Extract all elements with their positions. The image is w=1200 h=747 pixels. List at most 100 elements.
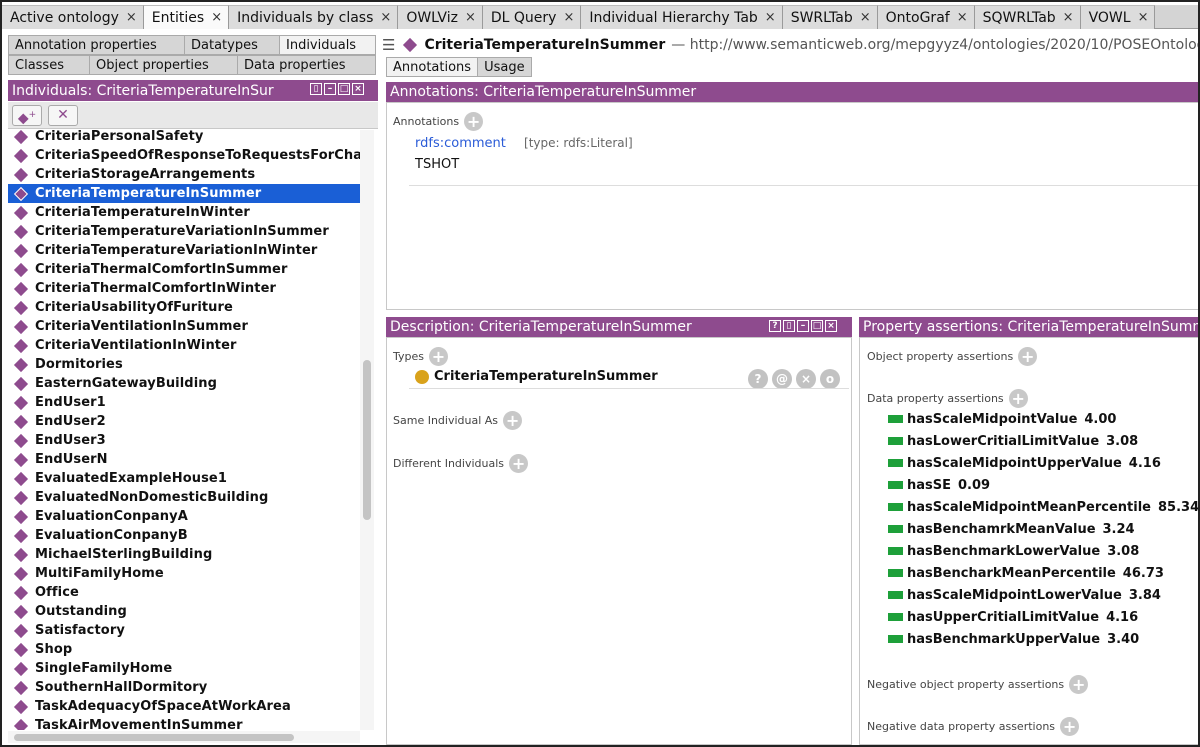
individual-list-item[interactable]: EvaluatedNonDomesticBuilding xyxy=(8,488,360,507)
type-row[interactable]: CriteriaTemperatureInSummer xyxy=(415,369,658,384)
close-tab-icon[interactable]: × xyxy=(563,10,574,25)
individuals-vertical-scrollbar[interactable] xyxy=(360,130,374,730)
annotation-property[interactable]: rdfs:comment xyxy=(415,136,506,151)
individual-list-item[interactable]: CriteriaTemperatureVariationInWinter xyxy=(8,241,360,260)
add-annotation-button[interactable]: + xyxy=(464,112,484,131)
add-type-button[interactable]: + xyxy=(429,347,448,366)
close-tab-icon[interactable]: × xyxy=(380,10,391,25)
add-data-property-button[interactable]: + xyxy=(1008,389,1028,408)
data-property-assertion[interactable]: hasBenchmarkUpperValue 3.40 xyxy=(888,628,1198,650)
close-tab-icon[interactable]: × xyxy=(465,10,476,25)
close-tab-icon[interactable]: × xyxy=(1063,10,1074,25)
annotate-icon[interactable]: @ xyxy=(772,369,792,389)
data-property-assertion[interactable]: hasScaleMidpointValue 4.00 xyxy=(888,408,1198,430)
individual-list-item[interactable]: TaskAirMovementInSummer xyxy=(8,716,360,730)
workspace-tab[interactable]: DL Query × xyxy=(482,5,582,29)
individual-list-item[interactable]: Dormitories xyxy=(8,355,360,374)
explain-icon[interactable]: ? xyxy=(748,369,768,389)
individuals-horizontal-scrollbar[interactable] xyxy=(8,731,360,743)
annotation-row[interactable]: rdfs:comment [type: rdfs:Literal] xyxy=(415,136,633,151)
edit-icon[interactable]: o xyxy=(820,369,840,389)
individual-list-item[interactable]: EasternGatewayBuilding xyxy=(8,374,360,393)
add-negative-data-property-button[interactable]: + xyxy=(1060,717,1080,736)
workspace-tab[interactable]: Active ontology × xyxy=(2,5,144,29)
individual-list-item[interactable]: CriteriaPersonalSafety xyxy=(8,130,360,146)
data-property-assertion[interactable]: hasBenchmarkLowerValue 3.08 xyxy=(888,540,1198,562)
close-tab-icon[interactable]: × xyxy=(211,10,222,25)
close-tab-icon[interactable]: × xyxy=(765,10,776,25)
individual-list-item[interactable]: EndUser1 xyxy=(8,393,360,412)
data-property-assertion[interactable]: hasBenchamrkMeanValue 3.24 xyxy=(888,518,1198,540)
workspace-tab[interactable]: SQWRLTab × xyxy=(974,5,1081,29)
entity-subtab[interactable]: Data properties xyxy=(237,55,376,75)
remove-icon[interactable]: × xyxy=(796,369,816,389)
individual-list-item[interactable]: EvaluatedExampleHouse1 xyxy=(8,469,360,488)
individual-list-item[interactable]: EndUser3 xyxy=(8,431,360,450)
maximize-icon[interactable]: □ xyxy=(338,83,350,95)
close-tab-icon[interactable]: × xyxy=(1138,10,1149,25)
help-icon[interactable]: ? xyxy=(769,320,781,332)
data-property-assertion[interactable]: hasScaleMidpointMeanPercentile 85.34 xyxy=(888,496,1198,518)
tab-usage[interactable]: Usage xyxy=(477,57,532,77)
individual-list-item[interactable]: CriteriaVentilationInSummer xyxy=(8,317,360,336)
individual-list-item[interactable]: Satisfactory xyxy=(8,621,360,640)
individual-list-item[interactable]: CriteriaSpeedOfResponseToRequestsForChan… xyxy=(8,146,360,165)
close-icon[interactable]: × xyxy=(825,320,837,332)
data-property-assertion[interactable]: hasLowerCritialLimitValue 3.08 xyxy=(888,430,1198,452)
entity-subtab[interactable]: Datatypes xyxy=(184,35,280,55)
add-different-individual-button[interactable]: + xyxy=(509,454,529,473)
data-property-assertion[interactable]: hasBencharkMeanPercentile 46.73 xyxy=(888,562,1198,584)
workspace-tab[interactable]: Entities × xyxy=(143,5,230,29)
individual-list-item[interactable]: CriteriaTemperatureVariationInSummer xyxy=(8,222,360,241)
maximize-icon[interactable]: □ xyxy=(811,320,823,332)
individual-list-item[interactable]: TaskAdequacyOfSpaceAtWorkArea xyxy=(8,697,360,716)
scrollbar-thumb[interactable] xyxy=(363,360,371,520)
split-icon[interactable]: ▯ xyxy=(783,320,795,332)
split-icon[interactable]: ▯ xyxy=(310,83,322,95)
entity-subtab[interactable]: Object properties xyxy=(89,55,238,75)
data-property-assertion[interactable]: hasScaleMidpointUpperValue 4.16 xyxy=(888,452,1198,474)
minimize-icon[interactable]: – xyxy=(324,83,336,95)
scrollbar-thumb[interactable] xyxy=(14,734,294,741)
individual-list-item[interactable]: CriteriaUsabilityOfFuriture xyxy=(8,298,360,317)
workspace-tab[interactable]: Individuals by class × xyxy=(229,5,399,29)
minimize-icon[interactable]: – xyxy=(797,320,809,332)
individual-list-item[interactable]: EndUser2 xyxy=(8,412,360,431)
individual-list-item[interactable]: CriteriaTemperatureInSummer xyxy=(8,184,360,203)
workspace-tab[interactable]: OWLViz × xyxy=(398,5,483,29)
individual-list-item[interactable]: MultiFamilyHome xyxy=(8,564,360,583)
add-same-individual-button[interactable]: + xyxy=(503,411,523,430)
individual-list-item[interactable]: Shop xyxy=(8,640,360,659)
workspace-tab[interactable]: VOWL × xyxy=(1080,5,1156,29)
workspace-tab[interactable]: OntoGraf × xyxy=(877,5,975,29)
individual-list-item[interactable]: CriteriaVentilationInWinter xyxy=(8,336,360,355)
workspace-tab[interactable]: SWRLTab × xyxy=(782,5,878,29)
add-object-property-button[interactable]: + xyxy=(1018,347,1038,366)
individual-list-item[interactable]: EvaluationConpanyB xyxy=(8,526,360,545)
entity-subtab[interactable]: Individuals xyxy=(279,35,376,55)
individual-list-item[interactable]: Outstanding xyxy=(8,602,360,621)
individual-list-item[interactable]: MichaelSterlingBuilding xyxy=(8,545,360,564)
individual-list-item[interactable]: CriteriaThermalComfortInWinter xyxy=(8,279,360,298)
close-icon[interactable]: × xyxy=(352,83,364,95)
entity-subtab[interactable]: Annotation properties xyxy=(8,35,185,55)
data-property-assertion[interactable]: hasUpperCritialLimitValue 4.16 xyxy=(888,606,1198,628)
individual-list-item[interactable]: SouthernHallDormitory xyxy=(8,678,360,697)
add-negative-object-property-button[interactable]: + xyxy=(1069,675,1089,694)
individual-list-item[interactable]: EndUserN xyxy=(8,450,360,469)
individual-list-item[interactable]: SingleFamilyHome xyxy=(8,659,360,678)
data-property-assertion[interactable]: hasScaleMidpointLowerValue 3.84 xyxy=(888,584,1198,606)
close-tab-icon[interactable]: × xyxy=(126,10,137,25)
close-tab-icon[interactable]: × xyxy=(957,10,968,25)
individual-list-item[interactable]: CriteriaThermalComfortInSummer xyxy=(8,260,360,279)
workspace-tab[interactable]: Individual Hierarchy Tab × xyxy=(581,5,783,29)
delete-individual-button[interactable]: ✕ xyxy=(48,105,78,126)
entity-subtab[interactable]: Classes xyxy=(8,55,90,75)
menu-icon[interactable]: ☰ xyxy=(382,36,395,54)
individual-list-item[interactable]: EvaluationConpanyA xyxy=(8,507,360,526)
add-individual-button[interactable]: ◆+ xyxy=(12,105,42,127)
tab-annotations[interactable]: Annotations xyxy=(386,57,479,77)
individual-list-item[interactable]: Office xyxy=(8,583,360,602)
individual-list-item[interactable]: CriteriaStorageArrangements xyxy=(8,165,360,184)
close-tab-icon[interactable]: × xyxy=(860,10,871,25)
